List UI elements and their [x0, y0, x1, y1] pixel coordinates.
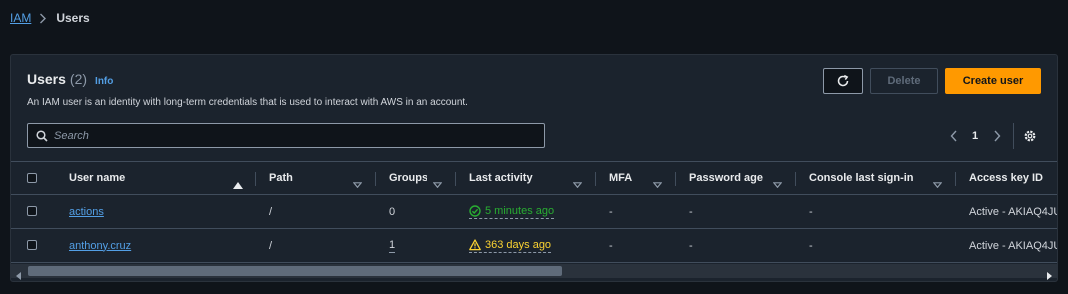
info-link[interactable]: Info: [95, 76, 113, 87]
panel-header: Users (2) Info: [27, 71, 113, 87]
scroll-right-icon[interactable]: [1046, 267, 1052, 281]
create-user-button[interactable]: Create user: [945, 68, 1041, 94]
groups-cell: 0: [389, 205, 396, 218]
table-header: User name Path Groups Last activity MFA: [11, 161, 1057, 195]
column-divider: [795, 172, 796, 186]
sort-down-icon[interactable]: [352, 175, 363, 193]
column-header-access-key-id[interactable]: Access key ID: [969, 162, 1043, 194]
last-activity[interactable]: 363 days ago: [469, 238, 552, 253]
column-divider: [255, 172, 256, 186]
chevron-right-icon: [39, 13, 47, 24]
column-divider: [455, 172, 456, 186]
search-input[interactable]: [54, 129, 544, 142]
column-divider: [675, 172, 676, 186]
user-name-link[interactable]: anthony.cruz: [69, 240, 131, 252]
search-icon: [36, 129, 48, 142]
delete-button[interactable]: Delete: [870, 68, 938, 94]
last-activity-text: 363 days ago: [485, 238, 552, 251]
column-header-user-name[interactable]: User name: [69, 162, 125, 194]
column-header-last-activity[interactable]: Last activity: [469, 162, 533, 194]
scroll-left-icon[interactable]: [16, 267, 22, 281]
pagination-divider: [1013, 123, 1014, 149]
row-checkbox[interactable]: [27, 240, 37, 250]
warning-icon: [469, 238, 481, 251]
sort-up-icon[interactable]: [233, 176, 243, 194]
page-title: Users: [27, 71, 66, 87]
path-cell: /: [269, 239, 273, 252]
check-circle-icon: [469, 204, 481, 217]
last-activity[interactable]: 5 minutes ago: [469, 204, 555, 219]
console-sign-in-cell: -: [809, 205, 813, 218]
users-panel: Users (2) Info An IAM user is an identit…: [10, 54, 1058, 282]
column-header-path[interactable]: Path: [269, 162, 293, 194]
mfa-cell: -: [609, 205, 613, 218]
column-header-password-age[interactable]: Password age: [689, 162, 763, 194]
table-row: actions / 0 5 minutes ago - - - Active -…: [11, 195, 1057, 229]
last-activity-text: 5 minutes ago: [485, 204, 555, 217]
column-header-groups[interactable]: Groups: [389, 162, 427, 194]
horizontal-scrollbar[interactable]: [11, 264, 1057, 280]
console-sign-in-cell: -: [809, 239, 813, 252]
sort-down-icon[interactable]: [772, 175, 783, 193]
sort-down-icon[interactable]: [572, 175, 583, 193]
breadcrumb-current: Users: [56, 11, 90, 25]
panel-description: An IAM user is an identity with long-ter…: [27, 97, 468, 108]
groups-cell[interactable]: 1: [389, 239, 396, 253]
column-header-console-last-sign-in[interactable]: Console last sign-in: [809, 162, 914, 194]
breadcrumb: IAM Users: [10, 10, 90, 26]
column-divider: [595, 172, 596, 186]
user-count: (2): [69, 71, 88, 87]
user-name-link[interactable]: actions: [69, 206, 104, 218]
column-divider: [955, 172, 956, 186]
access-key-cell: Active - AKIAQ4JU: [969, 239, 1058, 252]
path-cell: /: [269, 205, 273, 218]
password-age-cell: -: [689, 205, 693, 218]
table-row: anthony.cruz / 1 363 days ago - - - Acti…: [11, 229, 1057, 263]
chevron-right-icon[interactable]: [991, 129, 1003, 143]
sort-down-icon[interactable]: [432, 175, 443, 193]
refresh-icon: [836, 74, 850, 88]
column-header-mfa[interactable]: MFA: [609, 162, 632, 194]
search-box: [27, 123, 545, 148]
scrollbar-thumb[interactable]: [28, 266, 562, 276]
column-divider: [375, 172, 376, 186]
password-age-cell: -: [689, 239, 693, 252]
chevron-left-icon[interactable]: [948, 129, 960, 143]
breadcrumb-iam-link[interactable]: IAM: [10, 11, 31, 25]
row-checkbox[interactable]: [27, 206, 37, 216]
page-number[interactable]: 1: [969, 129, 981, 143]
select-all-checkbox[interactable]: [27, 173, 37, 183]
mfa-cell: -: [609, 239, 613, 252]
settings-icon[interactable]: [1023, 129, 1037, 143]
refresh-button[interactable]: [823, 68, 863, 94]
access-key-cell: Active - AKIAQ4JU: [969, 205, 1058, 218]
sort-down-icon[interactable]: [652, 175, 663, 193]
sort-down-icon[interactable]: [932, 175, 943, 193]
